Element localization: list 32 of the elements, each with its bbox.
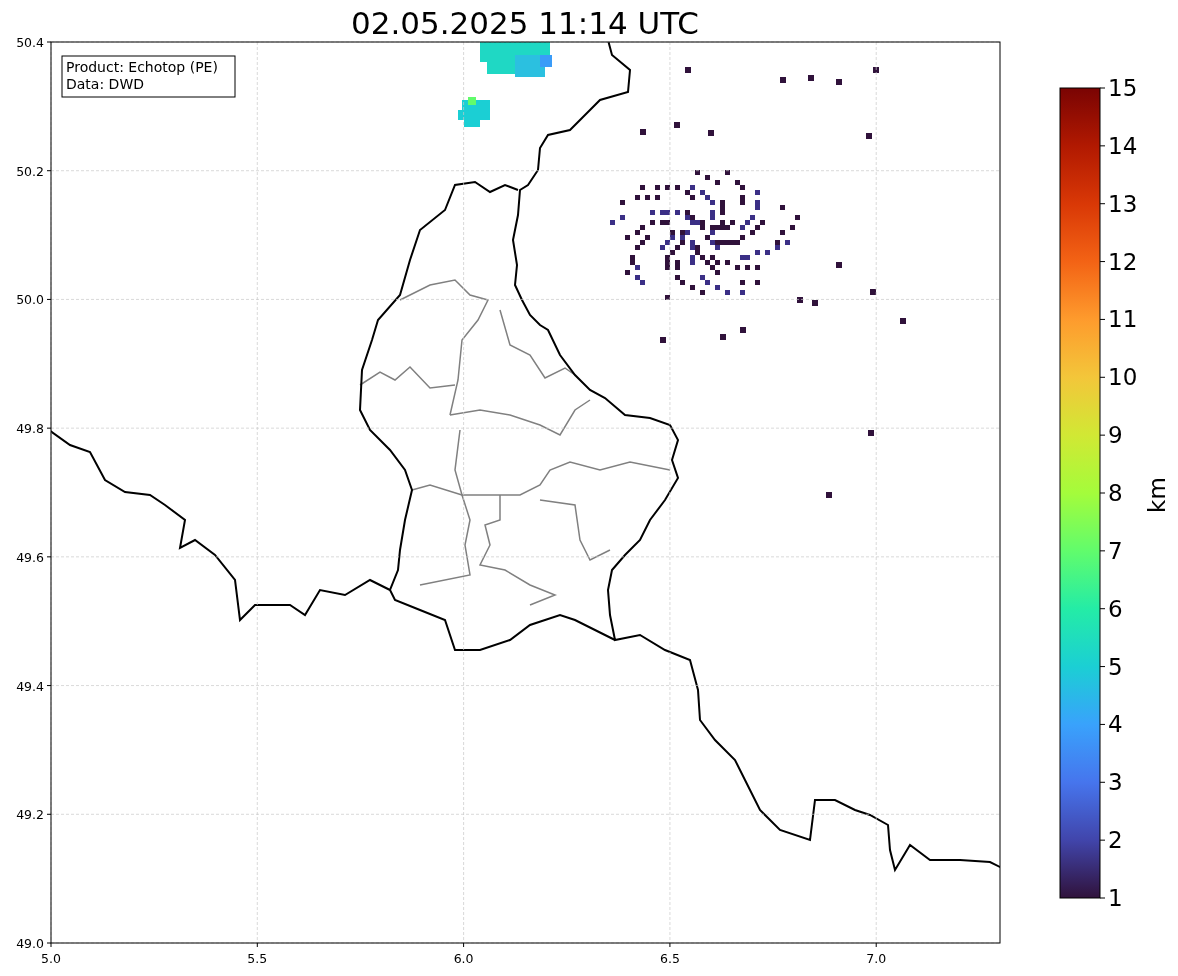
colorbar-tick-label: 5 <box>1108 653 1123 680</box>
colorbar-tick-label: 14 <box>1108 132 1138 159</box>
y-tick-label: 49.6 <box>16 549 44 565</box>
y-tick-label: 49.0 <box>16 936 44 951</box>
y-tick-label: 49.8 <box>16 421 44 437</box>
colorbar-tick-label: 8 <box>1108 480 1123 506</box>
chart-title: 02.05.2025 11:14 UTC <box>351 5 699 41</box>
colorbar-tick-label: 13 <box>1108 190 1138 217</box>
colorbar-tick-label: 7 <box>1108 537 1123 564</box>
colorbar-label: km <box>1144 477 1170 513</box>
colorbar-tick-label: 4 <box>1108 711 1123 738</box>
colorbar-tick-label: 15 <box>1108 75 1138 101</box>
x-tick-label: 7.0 <box>866 951 887 966</box>
y-tick-label: 49.4 <box>16 678 44 694</box>
colorbar-tick-label: 9 <box>1108 422 1123 449</box>
x-tick-label: 6.5 <box>659 951 680 966</box>
info-text: Data: DWD <box>66 76 144 92</box>
y-tick-label: 50.0 <box>16 292 44 308</box>
y-tick-label: 49.2 <box>16 807 44 823</box>
colorbar-tick-label: 11 <box>1108 306 1138 333</box>
colorbar-tick-label: 12 <box>1108 248 1138 275</box>
info-text: Product: Echotop (PE) <box>66 59 218 75</box>
y-tick-label: 50.2 <box>16 163 44 179</box>
y-tick-label: 50.4 <box>16 35 44 50</box>
x-tick-label: 6.0 <box>453 951 474 966</box>
colorbar-tick-label: 6 <box>1108 595 1123 622</box>
x-tick-label: 5.5 <box>247 951 268 966</box>
colorbar-tick-label: 1 <box>1108 885 1123 911</box>
x-tick-label: 5.0 <box>41 951 61 966</box>
colorbar-tick-label: 3 <box>1108 769 1123 796</box>
colorbar-tick-label: 2 <box>1108 827 1123 854</box>
colorbar-tick-label: 10 <box>1108 364 1138 391</box>
